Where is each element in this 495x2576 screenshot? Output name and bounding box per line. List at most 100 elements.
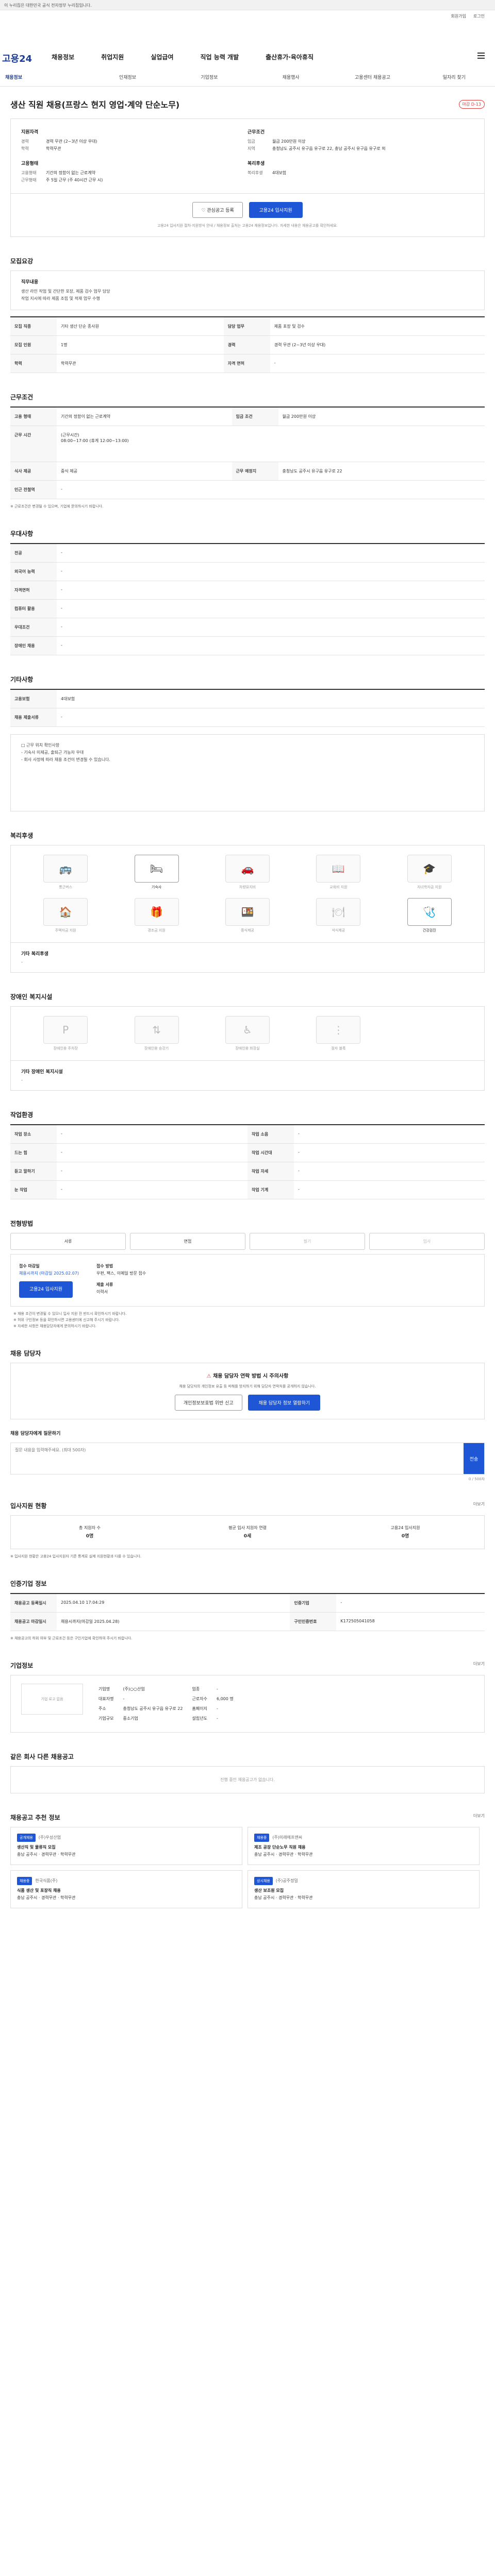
section-title: 기업정보 xyxy=(10,1662,34,1669)
table-key: 기업규모 xyxy=(98,1716,114,1721)
lnb-item-0[interactable]: 채용정보 xyxy=(5,74,87,80)
section-title: 채용 담당자 xyxy=(10,1350,41,1357)
toilet-icon: ♿ xyxy=(225,1016,270,1044)
table-value: 월급 200만원 이상 xyxy=(278,407,485,426)
job-card[interactable]: 공개채용 (주)우성산업 생산직 및 물류직 모집 충남 공주시 · 경력무관 · 학… xyxy=(10,1827,242,1865)
gnb-item-2[interactable]: 실업급여 xyxy=(151,53,173,61)
welfare-item-label: 교육비 지원 xyxy=(329,885,348,889)
table-key: 인근 전철역 xyxy=(10,480,57,499)
welfare-item-label: 건강검진 xyxy=(422,928,436,933)
table-key: 업종 xyxy=(192,1687,200,1691)
status-item: 평균 입사 지원자 연령 0세 xyxy=(169,1516,326,1549)
step-item: 필기 xyxy=(250,1233,365,1250)
table-key: 드는 힘 xyxy=(10,1143,57,1162)
apply-docs-label: 제출 서류 xyxy=(96,1282,113,1287)
job-card-company-row: 공개채용 (주)우성산업 xyxy=(17,1834,236,1842)
table-key: 컴퓨터 활용 xyxy=(10,599,57,618)
send-button[interactable]: 전송 xyxy=(464,1443,484,1474)
summary-key: 지역 xyxy=(248,146,255,151)
section-title: 채용공고 추천 정보 xyxy=(10,1814,60,1821)
global-nav: 고용24 채용정보 취업지원 실업급여 직업 능력 개발 출산휴가·육아휴직 xyxy=(0,45,495,68)
table-key: 모집 직종 xyxy=(10,317,57,336)
table-key: 채용공고 마감일시 xyxy=(10,1612,57,1631)
view-contact-button[interactable]: 채용 담당자 정보 열람하기 xyxy=(248,1395,321,1411)
company-table: 기업명 (주)○○산업 업종 - 대표자명 - 근로자수 6,000 명 주소 충청남도 공주… xyxy=(93,1684,239,1724)
house-icon: 🏠 xyxy=(43,898,88,926)
table-value: 학력무관 xyxy=(57,354,224,373)
inquiry-input[interactable] xyxy=(11,1443,464,1474)
work-table: 고용 형태 기간의 정함이 없는 근로계약 임금 조건 월급 200만원 이상 근무 … xyxy=(10,406,485,499)
section-title: 전형방법 xyxy=(10,1220,34,1227)
disabled-item-label: 점자 블록 xyxy=(331,1046,346,1050)
table-value: - xyxy=(57,599,485,618)
job-card[interactable]: 채용중 한국식품(주) 식품 생산 및 포장직 채용 충남 공주시 · 경력무관 · … xyxy=(10,1870,242,1908)
lnb-item-4[interactable]: 고용센터 채용공고 xyxy=(332,74,413,80)
table-key: 모집 인원 xyxy=(10,335,57,354)
warning-title: ⚠ 채용 담당자 연락 방법 시 주의사항 xyxy=(21,1371,474,1379)
empty-message: 진행 중인 채용공고가 없습니다. xyxy=(10,1766,485,1793)
table-value: - xyxy=(57,1143,248,1162)
save-job-button[interactable]: ♡ 관심공고 등록 xyxy=(192,202,243,218)
lnb-item-5[interactable]: 일자리 찾기 xyxy=(414,74,495,80)
gnb-item-1[interactable]: 취업지원 xyxy=(101,53,124,61)
gnb-item-0[interactable]: 채용정보 xyxy=(52,53,74,61)
report-button[interactable]: 개인정보보호법 위반 신고 xyxy=(174,1395,242,1411)
actions-bar: ♡ 관심공고 등록 고용24 입사지원 고용24 입사지원 절차·지원방식 안내… xyxy=(10,194,485,237)
status-item: 고용24 입사지원 0명 xyxy=(326,1516,484,1549)
disabled-item: ⋮ 점자 블록 xyxy=(293,1016,384,1051)
table-key: 작업 장소 xyxy=(10,1125,57,1144)
reg-note: ※ 채용공고의 허위 여부 및 근로조건 등은 구인기업에 확인하여 주시기 바… xyxy=(10,1636,133,1640)
disabled-grid: P 장애인용 주차장 ⇅ 장애인용 승강기 ♿ 장애인용 화장실 ⋮ 점자 블록 xyxy=(10,1006,485,1061)
table-key: 자격 면허 xyxy=(223,354,270,373)
job-desc-box: 직무내용 생산 라인 작업 및 간단한 포장, 제품 검수 업무 담당 작업 지… xyxy=(10,270,485,310)
table-key: 담당 업무 xyxy=(223,317,270,336)
contact-section: 채용 담당자 ⚠ 채용 담당자 연락 방법 시 주의사항 채용 담당자의 개인정… xyxy=(10,1349,485,1482)
table-value: - xyxy=(57,581,485,600)
job-title: 제조 공장 단순노무 직원 채용 xyxy=(254,1845,306,1850)
apply-button[interactable]: 고용24 입사지원 xyxy=(249,202,303,218)
welfare-etc-value: - xyxy=(21,960,23,965)
apply-button-2[interactable]: 고용24 입사지원 xyxy=(19,1281,73,1298)
table-value: 1명 xyxy=(57,335,224,354)
login-link[interactable]: 로그인 xyxy=(473,13,485,19)
status-label: 평균 입사 지원자 연령 xyxy=(228,1526,267,1530)
more-link[interactable]: 더보기 xyxy=(473,1813,485,1822)
gnb-item-3[interactable]: 직업 능력 개발 xyxy=(201,53,239,61)
table-value: 6,000 명 xyxy=(216,1697,234,1701)
table-value: - xyxy=(57,636,485,655)
job-card[interactable]: 채용중 (주)미래에프앤씨 제조 공장 단순노무 직원 채용 충남 공주시 · 경력무… xyxy=(248,1827,480,1865)
job-card[interactable]: 상시채용 (주)공주정밀 생산 보조원 모집 충남 공주시 · 경력무관 · 학력무관 xyxy=(248,1870,480,1908)
summary-value: 4대보험 xyxy=(272,171,287,175)
section-title: 입사지원 현황 xyxy=(10,1502,47,1510)
lnb-item-3[interactable]: 채용행사 xyxy=(250,74,332,80)
table-key: 장애인 채용 xyxy=(10,636,57,655)
actions-note: 고용24 입사지원 절차·지원방식 안내 / 채용정보 출처는 고용24 채용정… xyxy=(157,224,338,228)
table-value: - xyxy=(216,1706,218,1711)
apply-docs-value: 이력서 xyxy=(96,1290,108,1294)
more-link[interactable]: 더보기 xyxy=(473,1501,485,1510)
summary-value: 주 5일 근무 (주 40시간 근무 시) xyxy=(46,178,103,182)
disabled-section: 장애인 복지시설 P 장애인용 주차장 ⇅ 장애인용 승강기 ♿ 장애인용 화장실 ⋮… xyxy=(10,992,485,1091)
more-link[interactable]: 더보기 xyxy=(473,1661,485,1670)
status-section: 입사지원 현황 더보기 총 지원자 수 0명 평균 입사 지원자 연령 0세 고용24… xyxy=(10,1501,485,1560)
welfare-item-label: 주택자금 지원 xyxy=(55,928,76,933)
env-section: 작업환경 작업 장소 - 작업 소음 - 드는 힘 - 작업 시간대 - 듣고 말하기 - 작업… xyxy=(10,1110,485,1199)
menu-icon[interactable] xyxy=(477,53,485,59)
step-item: 면접 xyxy=(130,1233,245,1250)
lnb-item-2[interactable]: 기업정보 xyxy=(169,74,250,80)
table-key: 식사 제공 xyxy=(10,462,57,481)
graduation-icon: 🎓 xyxy=(407,855,452,883)
summary-heading: 근무조건 xyxy=(248,130,265,135)
logo[interactable]: 고용24 xyxy=(2,52,32,65)
welfare-item: 🍽 석식제공 xyxy=(293,898,384,933)
summary-heading: 지원자격 xyxy=(21,130,39,135)
gnb-item-4[interactable]: 출산휴가·육아휴직 xyxy=(266,53,314,61)
lnb-item-1[interactable]: 인재정보 xyxy=(87,74,168,80)
table-value: 4대보험 xyxy=(57,689,485,708)
dinner-icon: 🍽 xyxy=(316,898,361,926)
table-key: 고용 형태 xyxy=(10,407,57,426)
welfare-item: 🏠 주택자금 지원 xyxy=(20,898,111,933)
summary-heading: 복리후생 xyxy=(248,161,265,166)
inquiry-box: 전송 xyxy=(10,1443,485,1475)
join-link[interactable]: 회원가입 xyxy=(451,13,466,19)
